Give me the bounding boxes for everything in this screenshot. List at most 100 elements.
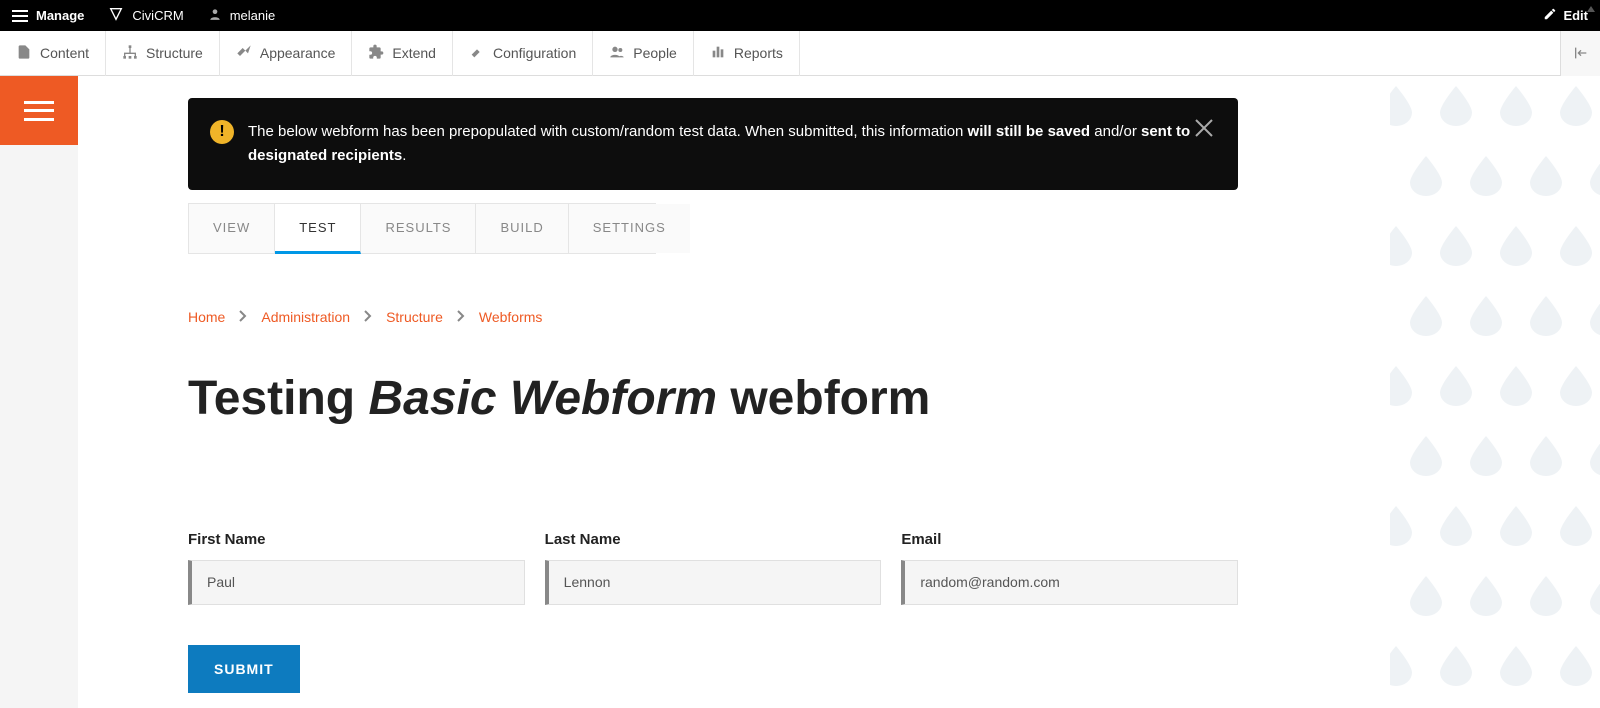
configuration-icon <box>469 44 485 63</box>
content-link[interactable]: Content <box>0 31 106 76</box>
reports-link[interactable]: Reports <box>694 31 800 76</box>
drop-icon <box>1560 366 1592 406</box>
form-row: First Name Last Name Email <box>188 531 1238 605</box>
drop-icon <box>1410 296 1442 336</box>
drop-icon <box>1440 226 1472 266</box>
left-rail <box>0 76 78 708</box>
warning-icon: ! <box>210 120 234 144</box>
appearance-icon <box>236 44 252 63</box>
reports-label: Reports <box>734 45 783 61</box>
tab-results[interactable]: RESULTS <box>361 204 476 253</box>
collapse-toolbar-button[interactable] <box>1560 31 1600 76</box>
first-name-field[interactable] <box>188 560 525 605</box>
email-label: Email <box>901 531 1238 548</box>
drop-icon <box>1440 646 1472 686</box>
structure-label: Structure <box>146 45 203 61</box>
close-message-button[interactable] <box>1192 116 1216 140</box>
extend-icon <box>368 44 384 63</box>
tab-build[interactable]: BUILD <box>476 204 568 253</box>
civicrm-label: CiviCRM <box>132 8 183 23</box>
drop-icon <box>1410 436 1442 476</box>
drop-icon <box>1470 436 1502 476</box>
extend-link[interactable]: Extend <box>352 31 453 76</box>
drop-icon <box>1560 226 1592 266</box>
message-part1: The below webform has been prepopulated … <box>248 123 968 140</box>
tab-view[interactable]: VIEW <box>189 204 275 253</box>
drop-icon <box>1390 366 1412 406</box>
configuration-label: Configuration <box>493 45 576 61</box>
main-content: ! The below webform has been prepopulate… <box>78 76 1390 708</box>
tab-settings[interactable]: SETTINGS <box>569 204 690 253</box>
message-bold1: will still be saved <box>968 123 1091 140</box>
people-label: People <box>633 45 677 61</box>
first-name-label: First Name <box>188 531 525 548</box>
drop-icon <box>1390 506 1412 546</box>
first-name-group: First Name <box>188 531 525 605</box>
drop-icon <box>1560 86 1592 126</box>
status-message-text: The below webform has been prepopulated … <box>248 120 1210 168</box>
appearance-link[interactable]: Appearance <box>220 31 353 76</box>
title-italic: Basic Webform <box>368 372 717 425</box>
content-icon <box>16 44 32 63</box>
extend-label: Extend <box>392 45 436 61</box>
drop-icon <box>1440 366 1472 406</box>
drop-icon <box>1410 156 1442 196</box>
chevron-right-icon <box>364 309 372 325</box>
manage-label: Manage <box>36 8 84 23</box>
drop-icon <box>1590 296 1600 336</box>
submit-button[interactable]: SUBMIT <box>188 645 300 693</box>
email-field[interactable] <box>901 560 1238 605</box>
title-suffix: webform <box>717 372 930 425</box>
drop-icon <box>1390 226 1412 266</box>
last-name-field[interactable] <box>545 560 882 605</box>
edit-label: Edit <box>1563 8 1588 23</box>
scroll-up-icon[interactable] <box>1586 2 1596 12</box>
drop-icon <box>1390 646 1412 686</box>
drop-icon <box>1560 506 1592 546</box>
orange-menu-button[interactable] <box>0 76 78 145</box>
drop-icon <box>1530 156 1562 196</box>
hamburger-icon <box>24 101 54 121</box>
drop-icon <box>1470 576 1502 616</box>
right-background <box>1390 76 1600 708</box>
chevron-right-icon <box>457 309 465 325</box>
last-name-label: Last Name <box>545 531 882 548</box>
tabs: VIEW TEST RESULTS BUILD SETTINGS <box>188 203 656 254</box>
drop-icon <box>1530 576 1562 616</box>
civicrm-link[interactable]: CiviCRM <box>96 0 195 31</box>
structure-link[interactable]: Structure <box>106 31 220 76</box>
admin-menu: Content Structure Appearance Extend Conf… <box>0 31 1600 76</box>
content-label: Content <box>40 45 89 61</box>
breadcrumb-administration[interactable]: Administration <box>261 309 350 325</box>
message-part3: . <box>402 147 406 164</box>
people-icon <box>609 44 625 63</box>
tab-test[interactable]: TEST <box>275 204 361 254</box>
pencil-icon <box>1543 7 1557 24</box>
drop-icon <box>1440 506 1472 546</box>
appearance-label: Appearance <box>260 45 336 61</box>
drop-icon <box>1530 436 1562 476</box>
breadcrumb-structure[interactable]: Structure <box>386 309 443 325</box>
drop-icon <box>1500 86 1532 126</box>
status-message: ! The below webform has been prepopulate… <box>188 98 1238 190</box>
reports-icon <box>710 44 726 63</box>
breadcrumb-home[interactable]: Home <box>188 309 225 325</box>
page-container: ! The below webform has been prepopulate… <box>0 76 1600 708</box>
close-icon <box>1192 116 1216 140</box>
email-group: Email <box>901 531 1238 605</box>
configuration-link[interactable]: Configuration <box>453 31 593 76</box>
drop-icon <box>1390 86 1412 126</box>
drop-icon <box>1590 156 1600 196</box>
chevron-right-icon <box>239 309 247 325</box>
title-prefix: Testing <box>188 372 368 425</box>
drop-icon <box>1560 646 1592 686</box>
manage-button[interactable]: Manage <box>0 0 96 31</box>
user-icon <box>208 7 222 24</box>
people-link[interactable]: People <box>593 31 694 76</box>
page-title: Testing Basic Webform webform <box>188 373 1238 426</box>
collapse-icon <box>1573 45 1589 61</box>
user-link[interactable]: melanie <box>196 0 288 31</box>
top-toolbar: Manage CiviCRM melanie Edit <box>0 0 1600 31</box>
breadcrumb-webforms[interactable]: Webforms <box>479 309 543 325</box>
drop-icon <box>1500 366 1532 406</box>
